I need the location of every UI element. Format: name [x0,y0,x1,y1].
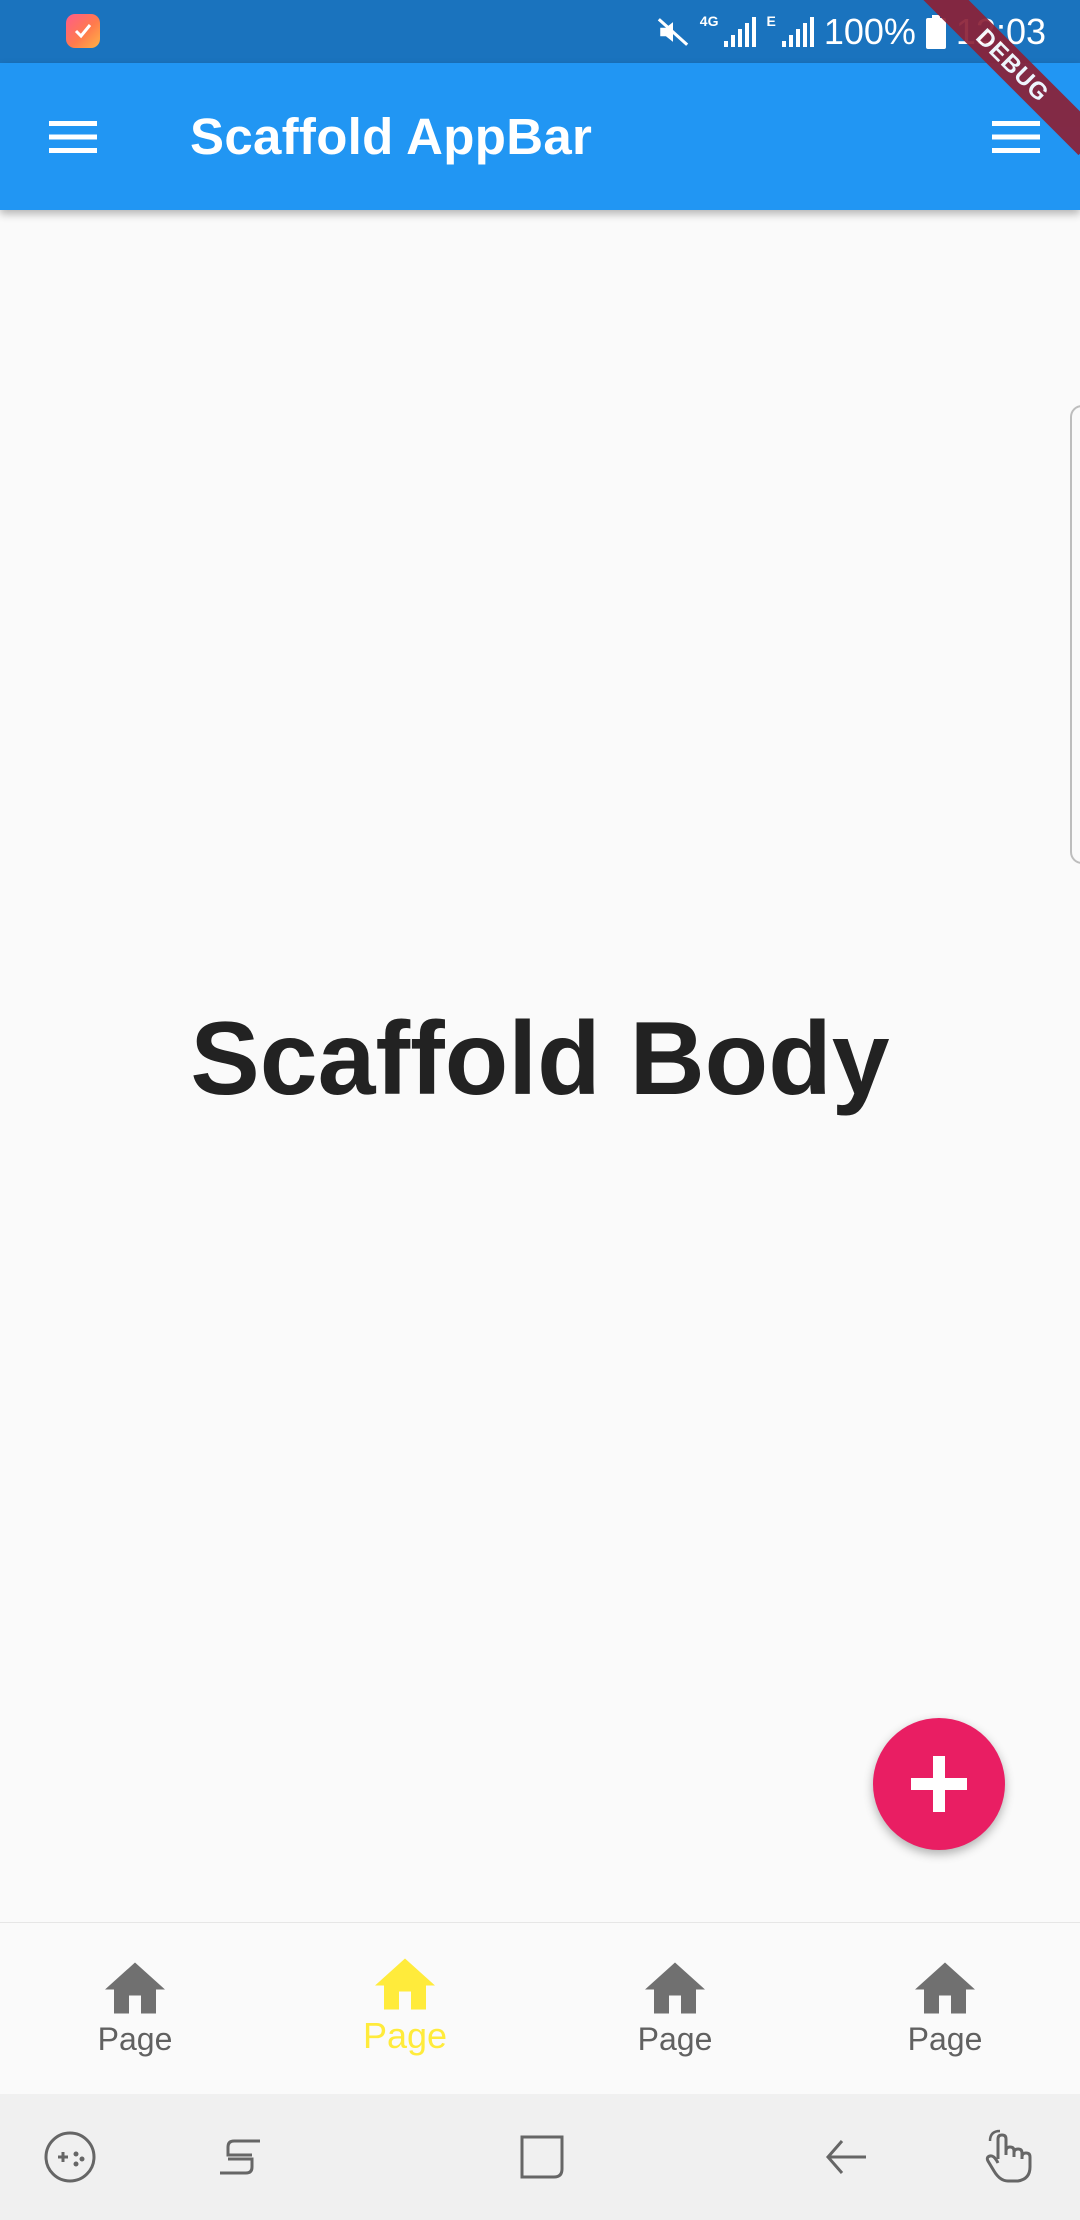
nav-item-label: Page [97,2021,173,2057]
home-square-icon [520,2135,564,2179]
home-icon [375,1958,435,2010]
bottom-navigation-bar: Page Page Page Page [0,1922,1080,2095]
scaffold-body-text: Scaffold Body [190,1001,890,1117]
recents-icon [220,2139,260,2175]
add-fab-button[interactable] [873,1718,1005,1850]
app-notification-icon [66,14,100,48]
nav-item-label: Page [637,2021,713,2057]
home-icon [645,1962,705,2014]
touch-hand-icon [985,2129,1032,2183]
nav-item-label: Page [362,2015,448,2056]
system-navigation-bar [0,2094,1080,2220]
signal-icon [724,16,757,47]
gamepad-icon [44,2131,96,2183]
debug-banner: DEBUG [920,0,1080,160]
home-system-button[interactable] [512,2127,572,2187]
nav-item-page-2[interactable]: Page [270,1923,540,2095]
mute-icon [657,17,689,46]
network-type: 4G [699,13,719,29]
game-tools-button[interactable] [40,2127,100,2187]
signal-icon-2 [781,16,814,47]
nav-item-page-3[interactable]: Page [540,1923,810,2095]
menu-icon [49,121,97,153]
touch-gesture-button[interactable] [978,2127,1038,2187]
nav-item-page-4[interactable]: Page [810,1923,1080,2095]
edge-panel-handle[interactable] [1070,405,1080,864]
app-bar: Scaffold AppBar [0,63,1080,210]
nav-item-label: Page [907,2021,983,2057]
nav-item-page-1[interactable]: Page [0,1923,270,2095]
recents-button[interactable] [210,2127,270,2187]
status-bar: 4G E 100% 12:03 [0,0,1080,63]
plus-icon [911,1756,967,1812]
home-icon [105,1962,165,2014]
battery-percent: 100% [823,10,916,52]
back-button[interactable] [816,2127,876,2187]
back-arrow-icon [826,2140,866,2174]
app-bar-title: Scaffold AppBar [190,108,593,165]
menu-button-left[interactable] [41,105,105,169]
network-type-2: E [766,13,776,29]
debug-banner-label: DEBUG [922,0,1080,156]
home-icon [915,1962,975,2014]
